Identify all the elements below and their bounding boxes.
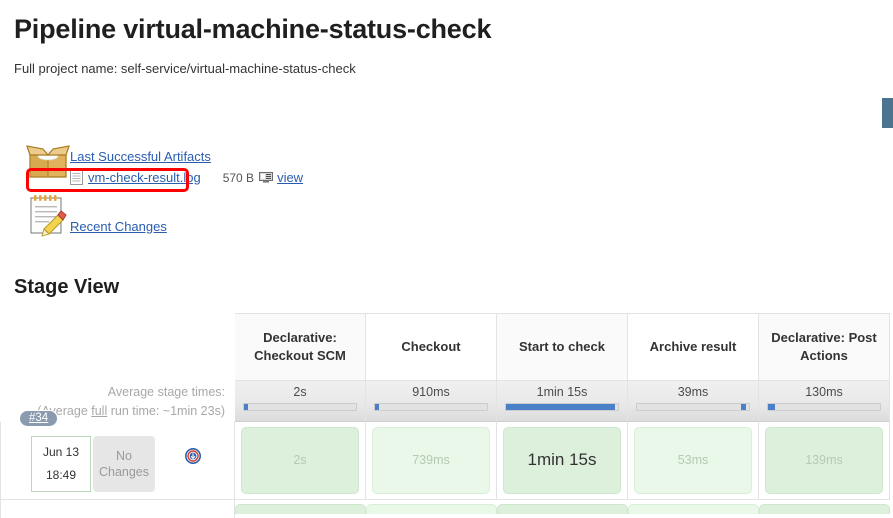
average-time-0: 2s [243, 385, 357, 399]
stage-header-3: Archive result [628, 313, 759, 381]
package-box-icon [0, 143, 70, 186]
average-bar-fill-3 [741, 404, 745, 410]
stage-header-1: Checkout [366, 313, 497, 381]
build-meta: Jun 13 18:49 No Changes [31, 436, 155, 493]
stage-view-title: Stage View [14, 276, 119, 299]
average-cell-2: 1min 15s [497, 381, 628, 422]
build-stage-time-3: 53ms [678, 453, 709, 467]
next-build-info-cell [0, 500, 235, 518]
avg-full-word: full [91, 404, 107, 418]
average-stage-times-line1: Average stage times: [0, 383, 225, 402]
average-time-3: 39ms [636, 385, 750, 399]
average-bar-3 [636, 403, 750, 411]
notepad-pencil-icon [0, 193, 70, 242]
average-bar-fill-2 [506, 404, 615, 410]
last-successful-artifacts-link[interactable]: Last Successful Artifacts [70, 149, 211, 164]
average-cell-1: 910ms [366, 381, 497, 422]
stage-cell-inner-3: 53ms [634, 427, 752, 494]
build-number-badge[interactable]: #34 [19, 410, 58, 427]
average-bar-4 [767, 403, 881, 411]
average-bar-1 [374, 403, 488, 411]
page-title: Pipeline virtual-machine-status-check [0, 0, 893, 45]
build-info-cell: #34 Jun 13 18:49 No Changes [0, 422, 235, 500]
build-changes-box[interactable]: No Changes [93, 436, 155, 493]
artifact-file-link[interactable]: vm-check-result.log [88, 170, 201, 185]
stage-cell-inner-0: 2s [241, 427, 359, 494]
stage-cell-inner-4: 139ms [765, 427, 883, 494]
average-cell-0: 2s [235, 381, 366, 422]
right-edge-scroll-indicator[interactable] [882, 98, 893, 128]
recent-changes-link[interactable]: Recent Changes [70, 219, 167, 234]
artifacts-section: Last Successful Artifacts vm-check-resul… [0, 143, 893, 242]
average-cell-3: 39ms [628, 381, 759, 422]
average-stage-times-row: Average stage times: (Average full run t… [0, 381, 893, 422]
build-date-box[interactable]: Jun 13 18:49 [31, 436, 91, 493]
average-time-4: 130ms [767, 385, 881, 399]
build-stage-time-4: 139ms [805, 453, 843, 467]
build-stage-time-0: 2s [293, 453, 306, 467]
stage-header-row: Declarative: Checkout SCM Checkout Start… [0, 313, 893, 381]
build-time: 18:49 [32, 464, 90, 487]
next-stage-inner-4 [759, 504, 890, 514]
build-date: Jun 13 [32, 441, 90, 464]
next-stage-inner-3 [628, 504, 759, 514]
monitor-icon [259, 172, 273, 183]
stage-cell-inner-1: 739ms [372, 427, 490, 494]
next-build-row-partial [0, 500, 893, 518]
full-project-name: Full project name: self-service/virtual-… [0, 45, 893, 76]
document-icon [70, 170, 83, 185]
build-stage-cell-4[interactable]: 139ms [759, 422, 890, 500]
average-bar-fill-1 [375, 404, 379, 410]
build-stage-cell-2[interactable]: 1min 15s [497, 422, 628, 500]
average-bar-2 [505, 403, 619, 411]
average-time-1: 910ms [374, 385, 488, 399]
stage-cell-inner-2: 1min 15s [503, 427, 621, 494]
next-stage-inner-0 [235, 504, 366, 514]
artifact-file-size: 570 B [223, 171, 254, 185]
avg-suffix: run time: ~1min 23s) [107, 404, 225, 418]
build-stage-time-2: 1min 15s [528, 450, 597, 470]
average-bar-0 [243, 403, 357, 411]
last-successful-artifacts-row: Last Successful Artifacts vm-check-resul… [0, 143, 893, 186]
average-bar-fill-4 [768, 404, 775, 410]
recent-changes-row: Recent Changes [0, 193, 893, 242]
stage-header-2: Start to check [497, 313, 628, 381]
average-bar-fill-0 [244, 404, 248, 410]
average-cell-4: 130ms [759, 381, 890, 422]
build-stage-cell-0[interactable]: 2s [235, 422, 366, 500]
build-stage-time-1: 739ms [412, 453, 450, 467]
artifact-file-row: vm-check-result.log 570 B view [70, 170, 303, 185]
artifacts-links: Last Successful Artifacts vm-check-resul… [70, 143, 303, 185]
build-stage-cell-3[interactable]: 53ms [628, 422, 759, 500]
next-stage-inner-2 [497, 504, 628, 514]
stage-header-4: Declarative: Post Actions [759, 313, 890, 381]
average-time-2: 1min 15s [505, 385, 619, 399]
next-stage-inner-1 [366, 504, 497, 514]
artifact-view-link[interactable]: view [277, 170, 303, 185]
build-stage-cell-1[interactable]: 739ms [366, 422, 497, 500]
stage-view-table: Declarative: Checkout SCM Checkout Start… [0, 313, 893, 518]
recent-changes-label-wrap: Recent Changes [70, 200, 167, 236]
stage-header-0: Declarative: Checkout SCM [235, 313, 366, 381]
console-output-icon[interactable] [185, 448, 201, 464]
stage-header-spacer [0, 313, 235, 381]
build-row: #34 Jun 13 18:49 No Changes 2s 73 [0, 422, 893, 500]
